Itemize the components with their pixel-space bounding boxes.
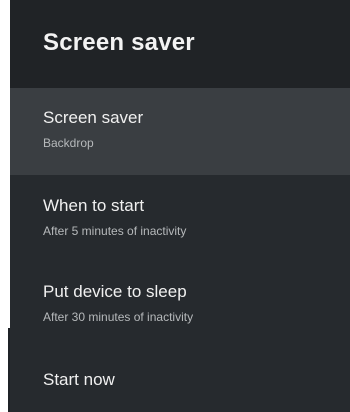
menu-item-screen-saver[interactable]: Screen saver Backdrop (10, 88, 350, 175)
menu-item-title: Put device to sleep (43, 282, 187, 301)
panel-header: Screen saver (10, 0, 350, 88)
menu-item-title: Screen saver (43, 108, 144, 127)
menu-item-start-now[interactable]: Start now (10, 349, 350, 412)
settings-panel: Screen saver Screen saver Backdrop When … (10, 0, 350, 412)
menu-item-when-to-start[interactable]: When to start After 5 minutes of inactiv… (10, 175, 350, 262)
menu-item-put-device-to-sleep[interactable]: Put device to sleep After 30 minutes of … (10, 262, 350, 349)
menu-item-title: When to start (43, 196, 145, 215)
page-title: Screen saver (43, 29, 195, 56)
menu-item-title: Start now (43, 370, 115, 389)
menu-item-summary: Backdrop (43, 136, 94, 150)
menu-item-summary: After 30 minutes of inactivity (43, 310, 194, 324)
menu-item-summary: After 5 minutes of inactivity (43, 224, 187, 238)
